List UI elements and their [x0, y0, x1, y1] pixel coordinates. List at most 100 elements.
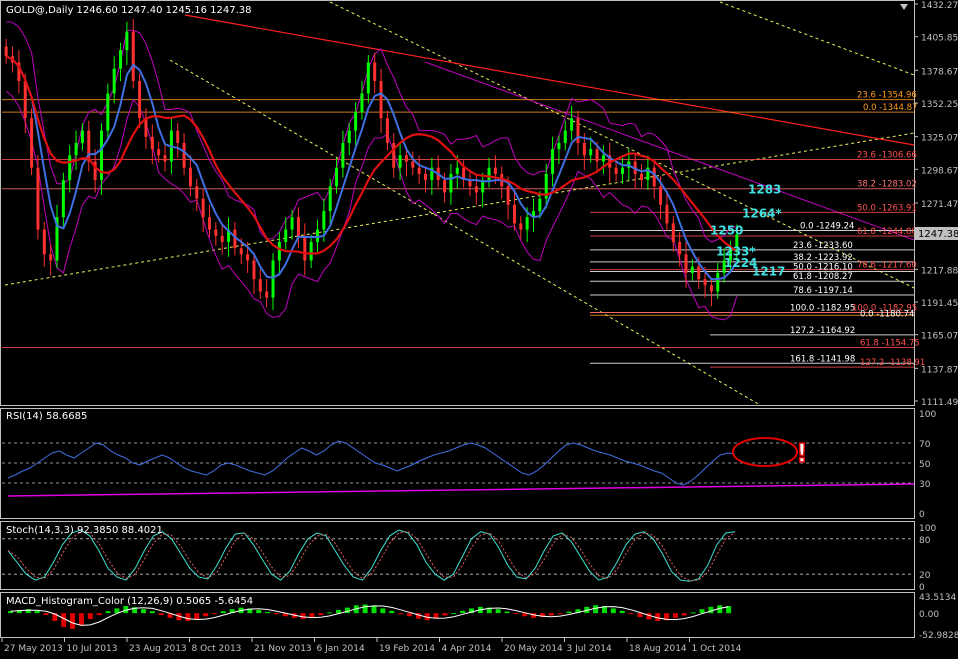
- fib-level-label: 0.0 -1180.74: [860, 309, 914, 319]
- fib-level-label: 50.0 -1216.10: [793, 263, 853, 273]
- panel-axis-label: 70: [919, 440, 931, 450]
- candle-body: [246, 254, 250, 261]
- fib-level-label: 100.0 -1182.95: [790, 304, 855, 314]
- macd-bar: [70, 613, 76, 629]
- time-axis-label: 10 Jul 2013: [67, 644, 118, 654]
- macd-bar: [203, 613, 209, 617]
- candle-body: [443, 180, 447, 193]
- macd-bar: [548, 613, 554, 616]
- candle-body: [30, 118, 34, 168]
- time-axis-label: 21 Nov 2013: [254, 644, 312, 654]
- time-axis-label: 23 Aug 2013: [129, 644, 187, 654]
- candle-body: [341, 142, 345, 168]
- candle-body: [23, 81, 27, 119]
- time-axis-label: 1 Oct 2014: [692, 644, 742, 654]
- macd-bar: [158, 613, 164, 616]
- macd-bar: [140, 609, 146, 614]
- macd-bar: [265, 611, 271, 614]
- price-axis-label: 1165.07: [921, 332, 958, 342]
- candle-body: [309, 241, 313, 261]
- price-axis-label: 1217.88: [921, 266, 958, 276]
- price-axis-label: 1405.85: [921, 34, 958, 44]
- candle-body: [570, 118, 574, 131]
- candle-body: [150, 136, 154, 150]
- fib-level-label: 61.8 -1208.27: [793, 272, 853, 282]
- candle-body: [252, 260, 256, 280]
- candle-body: [265, 291, 269, 298]
- panel-axis-label: -52.9828: [919, 631, 958, 641]
- candle-body: [74, 142, 78, 156]
- macd-bar: [433, 613, 439, 618]
- candle-body: [614, 167, 618, 174]
- macd-bar: [256, 609, 262, 614]
- price-axis-label: 1432.27: [921, 1, 958, 11]
- macd-bar: [194, 613, 200, 620]
- macd-bar: [149, 611, 155, 614]
- macd-bar: [96, 613, 102, 616]
- candle-body: [220, 235, 224, 242]
- candle-body: [493, 167, 497, 174]
- panel-axis-label: 0: [919, 583, 925, 593]
- price-axis-label: 1111.49: [921, 398, 958, 408]
- price-axis-label: 1352.25: [921, 100, 958, 110]
- candle-body: [303, 235, 307, 261]
- time-axis-label: 20 May 2014: [504, 644, 563, 654]
- candle-body: [690, 266, 694, 273]
- macd-bar: [309, 613, 315, 618]
- macd-bar: [451, 613, 457, 615]
- macd-bar: [637, 613, 643, 618]
- panel-axis-label: 43.5134: [919, 593, 956, 603]
- candle-body: [601, 155, 605, 162]
- candle-body: [182, 142, 186, 168]
- time-axis-label: 18 Aug 2014: [629, 644, 687, 654]
- panel-axis-label: 80: [919, 536, 931, 546]
- candle-body: [557, 142, 561, 150]
- candle-body: [131, 31, 135, 82]
- candle-body: [411, 161, 415, 168]
- candle-body: [138, 81, 142, 119]
- panel-axis-label: 100: [919, 524, 936, 534]
- candle-body: [487, 167, 491, 181]
- macd-bar: [78, 613, 84, 625]
- candle-body: [519, 223, 523, 230]
- macd-bar: [389, 610, 395, 614]
- candle-body: [360, 93, 364, 113]
- candle-body: [671, 223, 675, 242]
- candle-body: [354, 112, 358, 131]
- macd-bar: [380, 608, 386, 614]
- candle-body: [449, 173, 453, 193]
- candle-body: [163, 155, 167, 162]
- candle-body: [157, 149, 161, 156]
- candle-body: [512, 204, 516, 224]
- fib-level-label: 23.6 -1233.60: [793, 241, 853, 251]
- fib-level-label: 23.6 -1306.66: [857, 150, 917, 160]
- fib-level-label: 127.2 -1138.91: [860, 358, 925, 368]
- candle-body: [42, 229, 46, 255]
- candle-body: [659, 186, 663, 205]
- macd-bar: [318, 613, 324, 616]
- candle-body: [277, 241, 281, 261]
- candle-body: [379, 81, 383, 119]
- macd-bar: [593, 605, 599, 614]
- macd-bar: [34, 610, 40, 614]
- macd-bar: [557, 613, 563, 615]
- time-axis-label: 19 Feb 2014: [379, 644, 435, 654]
- candle-body: [373, 62, 377, 82]
- candle-body: [125, 31, 129, 51]
- candle-body: [474, 186, 478, 193]
- macd-bar: [513, 613, 519, 615]
- fib-level-label: 127.2 -1164.92: [790, 326, 855, 336]
- candle-body: [290, 217, 294, 230]
- candle-body: [455, 167, 459, 174]
- candle-body: [703, 279, 707, 286]
- fib-level-label: 38.2 -1223.92: [793, 253, 853, 263]
- price-axis-label: 1191.45: [921, 299, 958, 309]
- price-annotation: 1217: [752, 264, 785, 278]
- candle-body: [347, 130, 351, 143]
- candle-body: [36, 167, 40, 230]
- candle-body: [214, 229, 218, 236]
- macd-bar: [61, 613, 67, 627]
- fib-level-label: 161.8 -1141.98: [790, 354, 855, 364]
- candle-body: [417, 167, 421, 174]
- candle-body: [538, 198, 542, 212]
